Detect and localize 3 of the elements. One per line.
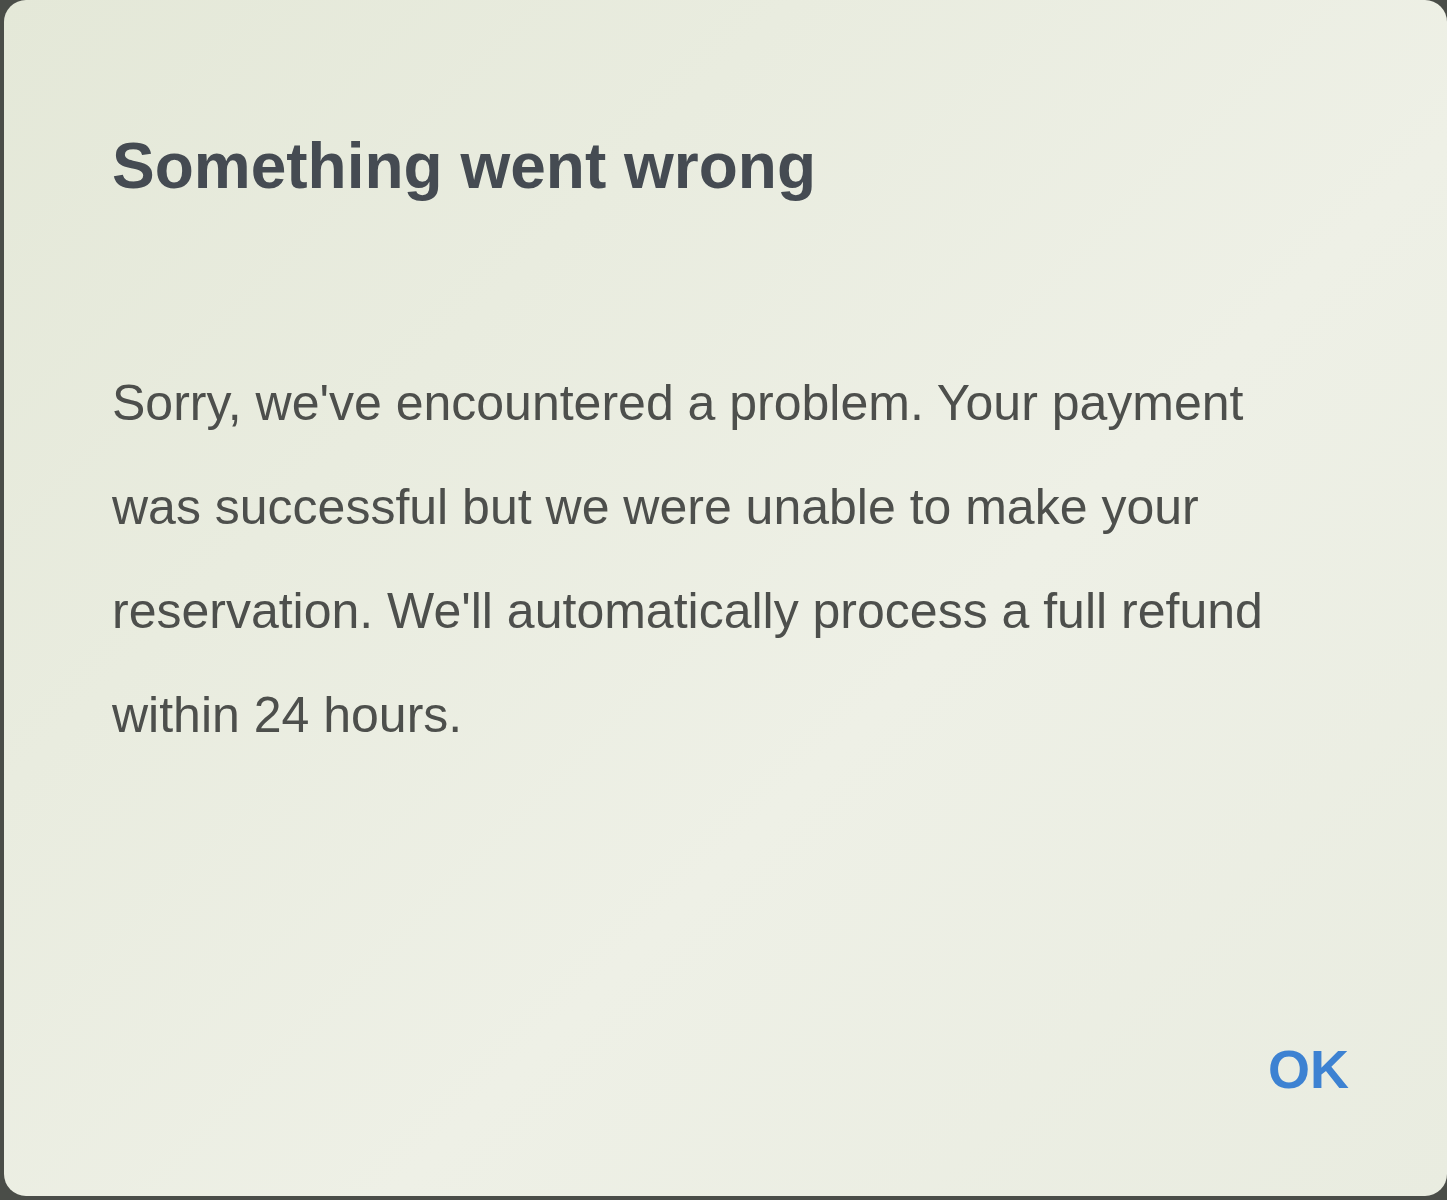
dialog-message: Sorry, we've encountered a problem. Your payment was successful but we were unable to make your reservation. We'll automatically process a full refund within 24 hours. <box>112 373 1264 745</box>
ok-button[interactable]: OK <box>1260 1032 1357 1106</box>
dialog-title: Something went wrong <box>112 129 817 204</box>
